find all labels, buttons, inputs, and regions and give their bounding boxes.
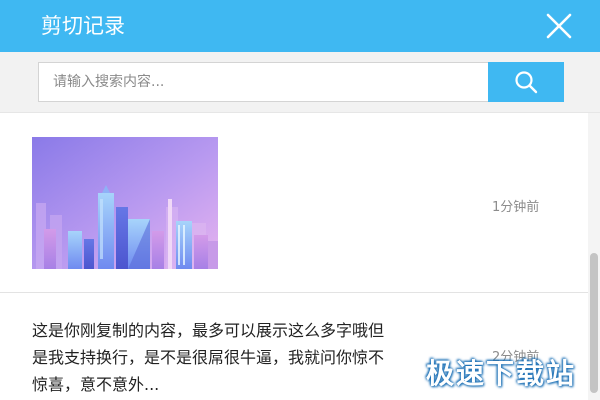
close-button[interactable] [545,12,573,40]
search-button[interactable] [488,62,564,102]
list-item-image[interactable]: 1分钟前 [0,113,588,293]
window-title: 剪切记录 [41,14,125,38]
title-bar: 剪切记录 [0,0,600,52]
scrollbar-thumb[interactable] [590,253,598,393]
search-input[interactable] [38,62,488,102]
clipboard-text: 这是你刚复制的内容，最多可以展示这么多字哦但 是我支持换行，是不是很屌很牛逼，我… [32,321,385,394]
close-icon [546,13,572,39]
scrollbar[interactable] [588,113,600,400]
timestamp: 1分钟前 [492,200,540,215]
clipboard-history-window: 剪切记录 请输入搜索内容... 1分钟前 这是你刚复制的内容，最多可以展示这么多… [0,0,600,400]
search-icon [515,71,538,94]
search-bar [0,52,600,113]
watermark-logo: 极速下载站 [426,357,577,390]
image-thumbnail [32,137,218,269]
